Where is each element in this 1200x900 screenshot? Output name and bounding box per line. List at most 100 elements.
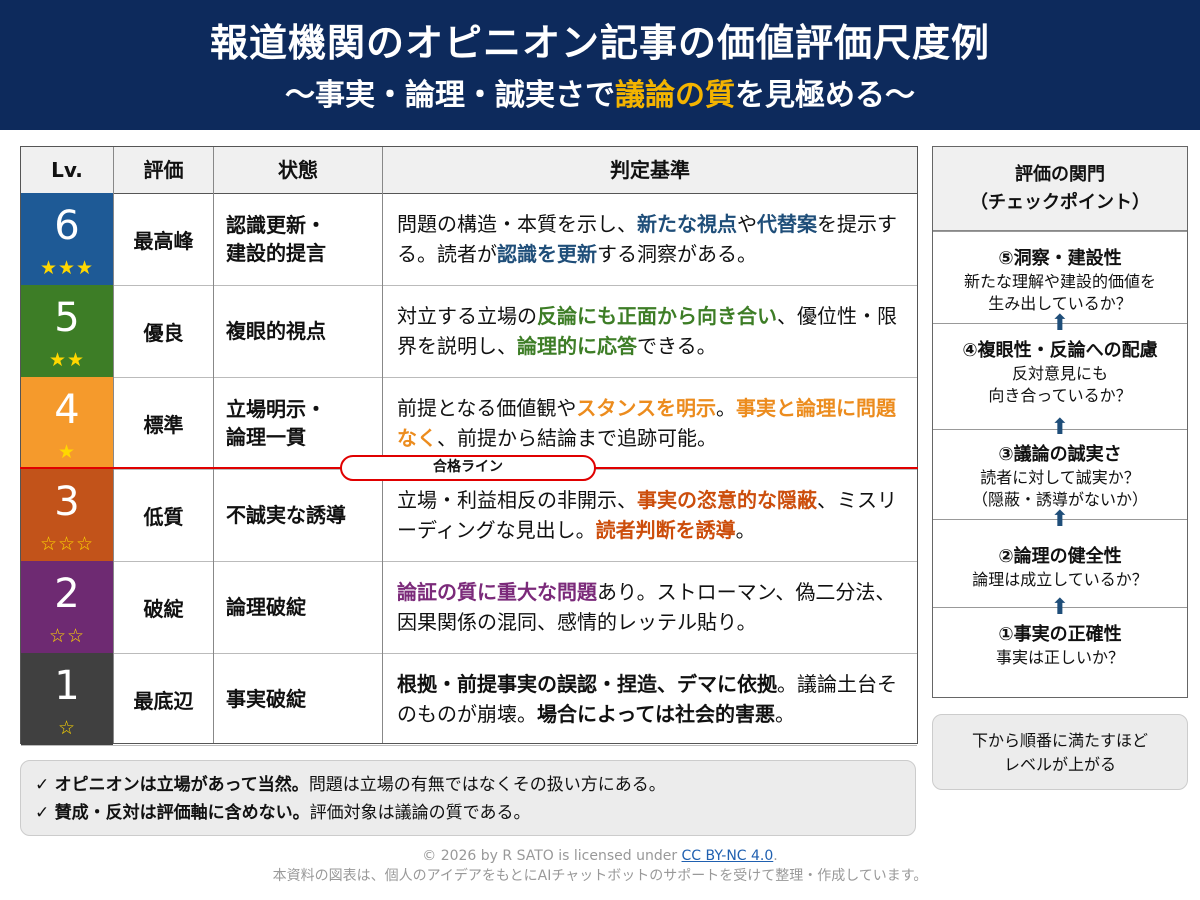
- table-row: 2 ☆☆ 破綻 論理破綻 論証の質に重大な問題あり。ストローマン、偽二分法、因果関係の混…: [21, 561, 917, 654]
- criteria-cell: 立場・利益相反の非開示、事実の恣意的な隠蔽、ミスリーディングな見出し。読者判断を…: [383, 469, 917, 561]
- gate-step-desc: 反対意見にも: [1011, 364, 1108, 383]
- gate-title: 評価の関門 （チェックポイント）: [933, 147, 1187, 231]
- level-number: 2: [54, 571, 80, 617]
- gate-panel: 評価の関門 （チェックポイント） ⑤洞察・建設性 新たな理解や建設的価値を 生み出して…: [932, 146, 1188, 698]
- gate-step: ①事実の正確性 事実は正しいか？: [933, 623, 1187, 669]
- license-text: © 2026 by R SATO is licensed under: [422, 848, 682, 864]
- license-line: © 2026 by R SATO is licensed under CC BY…: [0, 846, 1200, 866]
- level-stars: ★: [57, 441, 77, 463]
- gate-step: ④複眼性・反論への配慮 反対意見にも向き合っているか？: [933, 339, 1187, 407]
- level-cell: 2 ☆☆: [21, 561, 113, 653]
- level-stars: ★★★: [39, 257, 95, 279]
- gate-step: ②論理の健全性論理は成立しているか？: [933, 545, 1187, 591]
- gate-step-title: ③議論の誠実さ: [998, 444, 1122, 465]
- level-stars: ☆☆: [48, 625, 86, 647]
- level-note: 下から順番に満たすほど レベルが上がる: [932, 714, 1188, 790]
- state-cell: 論理破綻: [214, 561, 382, 653]
- level-number: 3: [54, 479, 80, 525]
- state-cell: 事実破綻: [214, 653, 382, 745]
- eval-cell: 低質: [143, 504, 184, 529]
- table-header: Lv. 評価 状態 判定基準: [21, 147, 917, 194]
- check-item: ✓ 賛成・反対は評価軸に含めない。評価対象は議論の質である。: [35, 799, 915, 827]
- criteria-text: 対立する立場の反論にも正面から向き合い、優位性・限界を説明し、論理的に応答できる…: [397, 304, 897, 358]
- gate-divider: [933, 231, 1187, 232]
- eval-cell: 標準: [143, 412, 184, 437]
- check-icon: ✓: [35, 803, 55, 823]
- level-cell: 6 ★★★: [21, 193, 113, 285]
- criteria-cell: 論証の質に重大な問題あり。ストローマン、偽二分法、因果関係の混同、感情的レッテル…: [383, 561, 917, 653]
- level-cell: 1 ☆: [21, 653, 113, 745]
- gate-step-desc: 向き合っているか？: [988, 386, 1132, 405]
- header-eval: 評価: [143, 158, 184, 182]
- gate-step: ⑤洞察・建設性 新たな理解や建設的価値を 生み出しているか？: [933, 247, 1187, 315]
- pass-line-badge: 合格ライン: [340, 455, 596, 481]
- gate-step-title: ②論理の健全性: [998, 546, 1122, 567]
- gate-step-desc: 読者に対して誠実か？: [980, 468, 1140, 487]
- up-arrow-icon: ⬆: [1050, 507, 1070, 532]
- level-number: 5: [54, 295, 80, 341]
- level-stars: ☆: [57, 717, 77, 739]
- up-arrow-icon: ⬆: [1050, 311, 1070, 336]
- eval-cell: 最底辺: [133, 688, 194, 713]
- check-icon: ✓: [35, 775, 55, 795]
- criteria-cell: 根拠・前提事実の誤認・捏造、デマに依拠。議論土台そのものが崩壊。場合によっては社…: [383, 653, 917, 745]
- check-bold: 賛成・反対は評価軸に含めない。: [54, 803, 310, 823]
- gate-step-desc: 新たな理解や建設的価値を: [963, 272, 1156, 291]
- level-cell: 5 ★★: [21, 285, 113, 377]
- criteria-cell: 対立する立場の反論にも正面から向き合い、優位性・限界を説明し、論理的に応答できる…: [383, 285, 917, 377]
- footer-note: 本資料の図表は、個人のアイデアをもとにAIチャットボットのサポートを受けて整理・…: [272, 868, 928, 884]
- header-criteria: 判定基準: [610, 158, 690, 182]
- subtitle-pre: 〜事実・論理・誠実さで: [285, 78, 615, 113]
- state-cell: 認識更新・ 建設的提言: [214, 193, 382, 285]
- criteria-text: 根拠・前提事実の誤認・捏造、デマに依拠。議論土台そのものが崩壊。場合によっては社…: [397, 672, 897, 726]
- header-lv: Lv.: [51, 158, 83, 182]
- level-cell: 4 ★: [21, 377, 113, 469]
- column-divider: [382, 147, 383, 743]
- criteria-text: 論証の質に重大な問題あり。ストローマン、偽二分法、因果関係の混同、感情的レッテル…: [397, 580, 896, 634]
- gate-step-title: ①事実の正確性: [998, 624, 1122, 645]
- criteria-text: 立場・利益相反の非開示、事実の恣意的な隠蔽、ミスリーディングな見出し。読者判断を…: [397, 488, 897, 542]
- evaluation-table: Lv. 評価 状態 判定基準 6 ★★★ 最高峰 認識更新・ 建設的提言 問題の構造・本質…: [20, 146, 918, 746]
- state-text: 認識更新・ 建設的提言: [226, 213, 326, 265]
- gate-step-title: ④複眼性・反論への配慮: [962, 340, 1158, 361]
- up-arrow-icon: ⬆: [1050, 415, 1070, 440]
- level-stars: ★★: [48, 349, 86, 371]
- state-cell: 複眼的視点: [214, 285, 382, 377]
- state-cell: 不誠実な誘導: [214, 469, 382, 561]
- gate-step-desc: 事実は正しいか？: [995, 648, 1124, 667]
- gate-step-desc: 論理は成立しているか？: [972, 570, 1148, 589]
- criteria-text: 前提となる価値観やスタンスを明示。事実と論理に問題なく、前提から結論まで追跡可能…: [397, 396, 897, 450]
- eval-cell: 優良: [143, 320, 184, 345]
- table-row: 3 ☆☆☆ 低質 不誠実な誘導 立場・利益相反の非開示、事実の恣意的な隠蔽、ミスリーディ…: [21, 469, 917, 562]
- state-text: 複眼的視点: [226, 319, 326, 343]
- page-title: 報道機関のオピニオン記事の価値評価尺度例: [209, 21, 990, 65]
- header-banner: 報道機関のオピニオン記事の価値評価尺度例 〜事実・論理・誠実さで議論の質を見極め…: [0, 0, 1200, 130]
- table-row: 1 ☆ 最底辺 事実破綻 根拠・前提事実の誤認・捏造、デマに依拠。議論土台そのものが崩壊…: [21, 653, 917, 746]
- check-text: 問題は立場の有無ではなくその扱い方にある。: [308, 775, 666, 795]
- note-line: レベルが上がる: [1003, 755, 1116, 774]
- header-state: 状態: [278, 158, 318, 182]
- subtitle-highlight: 議論の質: [615, 78, 735, 113]
- level-cell: 3 ☆☆☆: [21, 469, 113, 561]
- column-divider: [113, 147, 114, 743]
- level-number: 4: [54, 387, 80, 433]
- state-text: 不誠実な誘導: [226, 503, 346, 527]
- subtitle-post: を見極める〜: [735, 78, 915, 113]
- criteria-text: 問題の構造・本質を示し、新たな視点や代替案を提示する。読者が認識を更新する洞察が…: [397, 212, 897, 266]
- page-subtitle: 〜事実・論理・誠実さで議論の質を見極める〜: [0, 70, 1200, 114]
- level-stars: ☆☆☆: [39, 533, 95, 555]
- check-text: 評価対象は議論の質である。: [309, 803, 531, 823]
- eval-cell: 破綻: [143, 596, 184, 621]
- note-line: 下から順番に満たすほど: [971, 731, 1148, 750]
- license-link[interactable]: CC BY-NC 4.0: [682, 848, 774, 864]
- state-text: 立場明示・ 論理一貫: [226, 397, 326, 449]
- gate-step: ③議論の誠実さ 読者に対して誠実か？ （隠蔽・誘導がないか）: [933, 443, 1187, 511]
- table-row: 5 ★★ 優良 複眼的視点 対立する立場の反論にも正面から向き合い、優位性・限界を説明し…: [21, 285, 917, 378]
- column-divider: [213, 147, 214, 743]
- up-arrow-icon: ⬆: [1050, 595, 1070, 620]
- eval-cell: 最高峰: [133, 228, 194, 253]
- table-row: 6 ★★★ 最高峰 認識更新・ 建設的提言 問題の構造・本質を示し、新たな視点や代替案を提…: [21, 193, 917, 286]
- license-period: .: [773, 848, 778, 864]
- check-item: ✓ オピニオンは立場があって当然。問題は立場の有無ではなくその扱い方にある。: [35, 771, 915, 799]
- level-number: 6: [54, 203, 80, 249]
